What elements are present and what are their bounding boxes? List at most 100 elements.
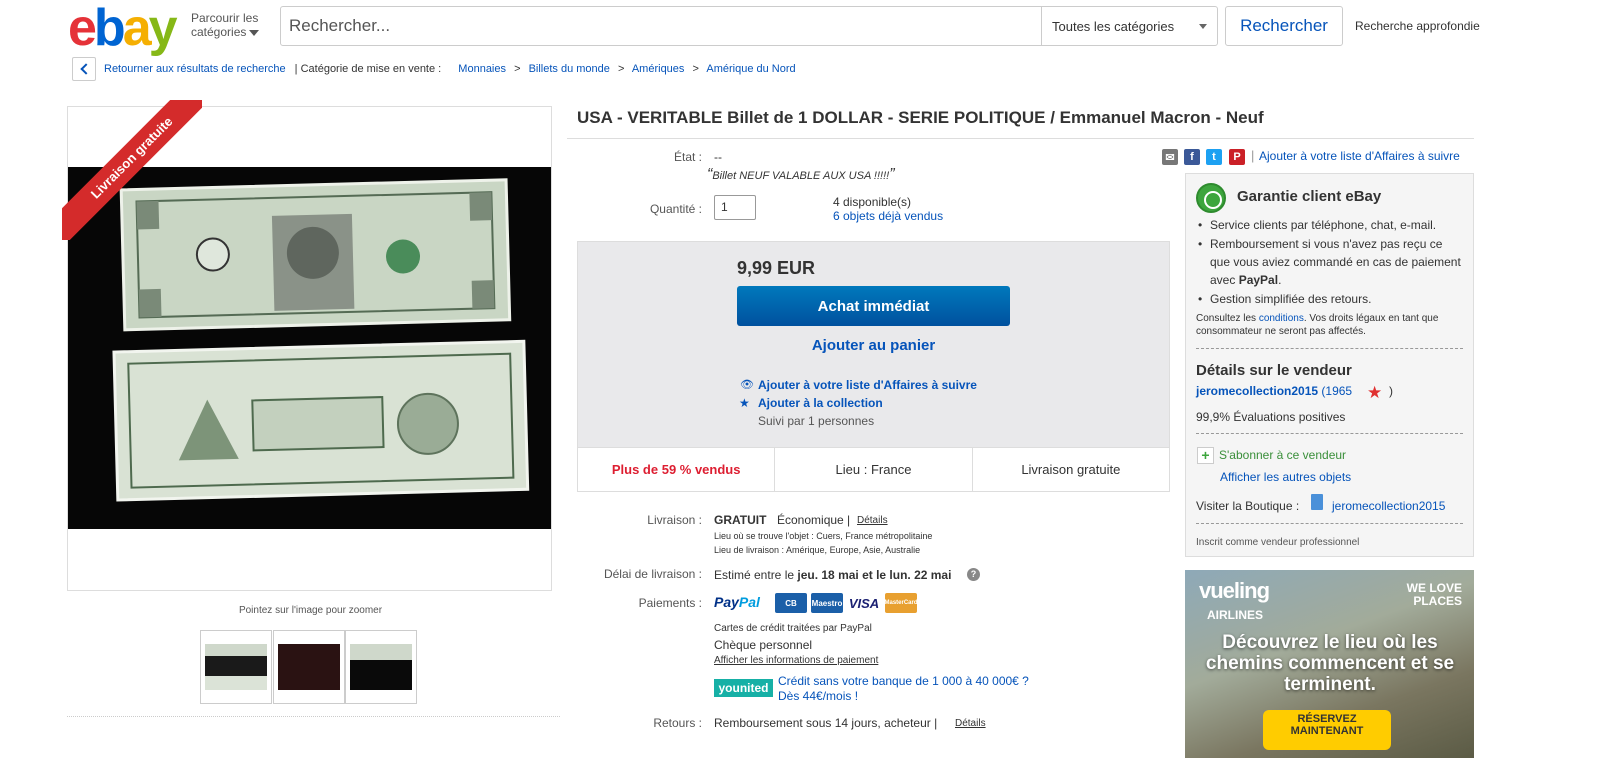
breadcrumb-separator: > <box>514 63 521 75</box>
free-shipping-stat: Livraison gratuite <box>1021 462 1121 477</box>
store-icon <box>1311 494 1323 510</box>
divider <box>67 716 560 717</box>
ad-tagline: WE LOVE PLACES <box>1406 581 1462 608</box>
ad-brand: vueling <box>1199 578 1270 603</box>
star-icon: ★ <box>1367 383 1383 402</box>
help-icon[interactable]: ? <box>967 568 980 581</box>
payments-label: Paiements : <box>638 596 702 610</box>
delivery-delay-label: Délai de livraison : <box>603 567 702 581</box>
ad-headline: Découvrez le lieu où les chemins commenc… <box>1205 632 1455 695</box>
guarantee-bullet: Gestion simplifiée des retours. <box>1196 290 1464 308</box>
category-select[interactable]: Toutes les catégories <box>1041 7 1217 45</box>
thumbnail[interactable] <box>345 630 417 704</box>
payment-info-link[interactable]: Afficher les informations de paiement <box>714 655 878 666</box>
positive-feedback: 99,9% Évaluations positives <box>1196 410 1346 424</box>
guarantee-title: Garantie client eBay <box>1237 188 1382 205</box>
credit-offer-link[interactable]: Crédit sans votre banque de 1 000 à 40 0… <box>778 674 1029 688</box>
guarantee-note: Consultez les conditions. Vos droits lég… <box>1196 313 1439 337</box>
item-location: Lieu : France <box>775 448 973 491</box>
browse-label-1: Parcourir les <box>191 11 259 25</box>
mastercard-icon: MasterCard <box>885 593 918 613</box>
email-icon[interactable]: ✉ <box>1162 149 1178 165</box>
breadcrumb-separator: > <box>617 63 625 75</box>
available-count: 4 disponible(s) <box>833 195 912 209</box>
facebook-icon[interactable]: f <box>1184 149 1200 165</box>
breadcrumb-item[interactable]: Amérique du Nord <box>706 63 795 75</box>
cards-note: Cartes de crédit traitées par PayPal <box>714 623 872 634</box>
search-input[interactable] <box>281 7 1041 45</box>
breadcrumb-item[interactable]: Amériques <box>632 63 685 75</box>
back-button[interactable] <box>72 57 96 81</box>
price: 9,99 EUR <box>737 258 816 278</box>
pro-seller-note: Inscrit comme vendeur professionnel <box>1196 537 1360 548</box>
guarantee-list: Service clients par téléphone, chat, e-m… <box>1196 216 1464 309</box>
vueling-ad[interactable]: vueling AIRLINES WE LOVE PLACES Découvre… <box>1185 570 1474 758</box>
other-items-link[interactable]: Afficher les autres objets <box>1220 470 1351 484</box>
conditions-link[interactable]: conditions <box>1259 313 1304 324</box>
pinterest-icon[interactable]: P <box>1229 149 1245 165</box>
add-to-cart-button[interactable]: Ajouter au panier <box>737 337 1010 354</box>
ships-to: Lieu de livraison : Amérique, Europe, As… <box>714 545 921 555</box>
breadcrumb-separator: > <box>692 63 699 75</box>
shipping-type: Économique | <box>777 513 851 527</box>
cb-card-icon: CB <box>775 593 807 613</box>
shipping-free: GRATUIT <box>714 513 767 527</box>
subscribe-seller-link[interactable]: S'abonner à ce vendeur <box>1219 448 1346 462</box>
shield-icon <box>1196 183 1226 213</box>
guarantee-bullet: Service clients par téléphone, chat, e-m… <box>1196 216 1464 234</box>
ad-cta-button[interactable]: RÉSERVEZ MAINTENANT <box>1263 710 1391 750</box>
add-to-watchlist-link[interactable]: Ajouter à votre liste d'Affaires à suivr… <box>758 378 977 392</box>
ebay-logo[interactable]: ebay <box>68 2 178 54</box>
buy-now-button[interactable]: Achat immédiat <box>737 286 1010 326</box>
divider <box>1196 348 1463 349</box>
returns-label: Retours : <box>653 716 702 730</box>
cheque-option: Chèque personnel <box>714 638 813 652</box>
item-title: USA - VERITABLE Billet de 1 DOLLAR - SER… <box>577 108 1264 127</box>
returns-policy: Remboursement sous 14 jours, acheteur | <box>714 716 938 730</box>
divider <box>1196 523 1463 524</box>
ad-brand-sub: AIRLINES <box>1207 608 1264 622</box>
maestro-card-icon: Maestro <box>811 593 843 613</box>
sold-percentage: Plus de 59 % vendus <box>578 448 776 491</box>
breadcrumb-item[interactable]: Monnaies <box>458 63 506 75</box>
search-bar: Toutes les catégories <box>280 6 1218 46</box>
chevron-down-icon <box>1199 23 1207 29</box>
star-icon: ★ <box>739 396 750 410</box>
search-button[interactable]: Rechercher <box>1225 6 1343 46</box>
plus-icon[interactable]: + <box>1197 447 1214 464</box>
condition-value: -- <box>714 150 722 164</box>
thumbnail[interactable] <box>273 630 345 704</box>
browse-label-2: catégories <box>191 25 247 39</box>
guarantee-bullet: Remboursement si vous n'avez pas reçu ce… <box>1196 235 1464 289</box>
visa-card-icon: VISA <box>847 593 881 613</box>
thumbnail[interactable] <box>200 630 272 704</box>
score-close: ) <box>1389 384 1393 398</box>
sold-count-link[interactable]: 6 objets déjà vendus <box>833 209 943 223</box>
advanced-search-link[interactable]: Recherche approfondie <box>1355 19 1480 33</box>
quantity-label: Quantité : <box>649 202 702 216</box>
add-to-collection-link[interactable]: Ajouter à la collection <box>758 396 883 410</box>
item-stats: Plus de 59 % vendus Lieu : France Livrai… <box>577 447 1170 492</box>
browse-categories-button[interactable]: Parcourir les catégories <box>191 11 260 39</box>
twitter-icon[interactable]: t <box>1206 149 1222 165</box>
share-separator: | <box>1251 148 1255 163</box>
divider <box>1196 433 1463 434</box>
eye-icon: 👁 <box>740 379 754 391</box>
category-label: | Catégorie de mise en vente : <box>294 63 442 75</box>
returns-details-link[interactable]: Détails <box>955 718 986 729</box>
breadcrumb: Retourner aux résultats de recherche | C… <box>104 63 796 75</box>
seller-name-link[interactable]: jeromecollection2015 <box>1196 384 1318 398</box>
watchlist-link[interactable]: Ajouter à votre liste d'Affaires à suivr… <box>1259 149 1460 163</box>
caret-down-icon <box>249 29 260 36</box>
chevron-left-icon <box>79 63 92 75</box>
shipping-details-link[interactable]: Détails <box>857 515 888 526</box>
seller-score-link[interactable]: (1965 <box>1321 384 1352 398</box>
breadcrumb-item[interactable]: Billets du monde <box>529 63 610 75</box>
back-to-results-link[interactable]: Retourner aux résultats de recherche <box>104 63 286 75</box>
item-location-detail: Lieu où se trouve l'objet : Cuers, Franc… <box>714 531 933 541</box>
credit-offer-sub[interactable]: Dès 44€/mois ! <box>778 689 858 703</box>
zoom-hint: Pointez sur l'image pour zoomer <box>238 605 383 616</box>
younited-logo[interactable]: younited <box>714 679 773 697</box>
quantity-input[interactable]: 1 <box>714 195 756 220</box>
shop-link[interactable]: jeromecollection2015 <box>1332 499 1445 513</box>
